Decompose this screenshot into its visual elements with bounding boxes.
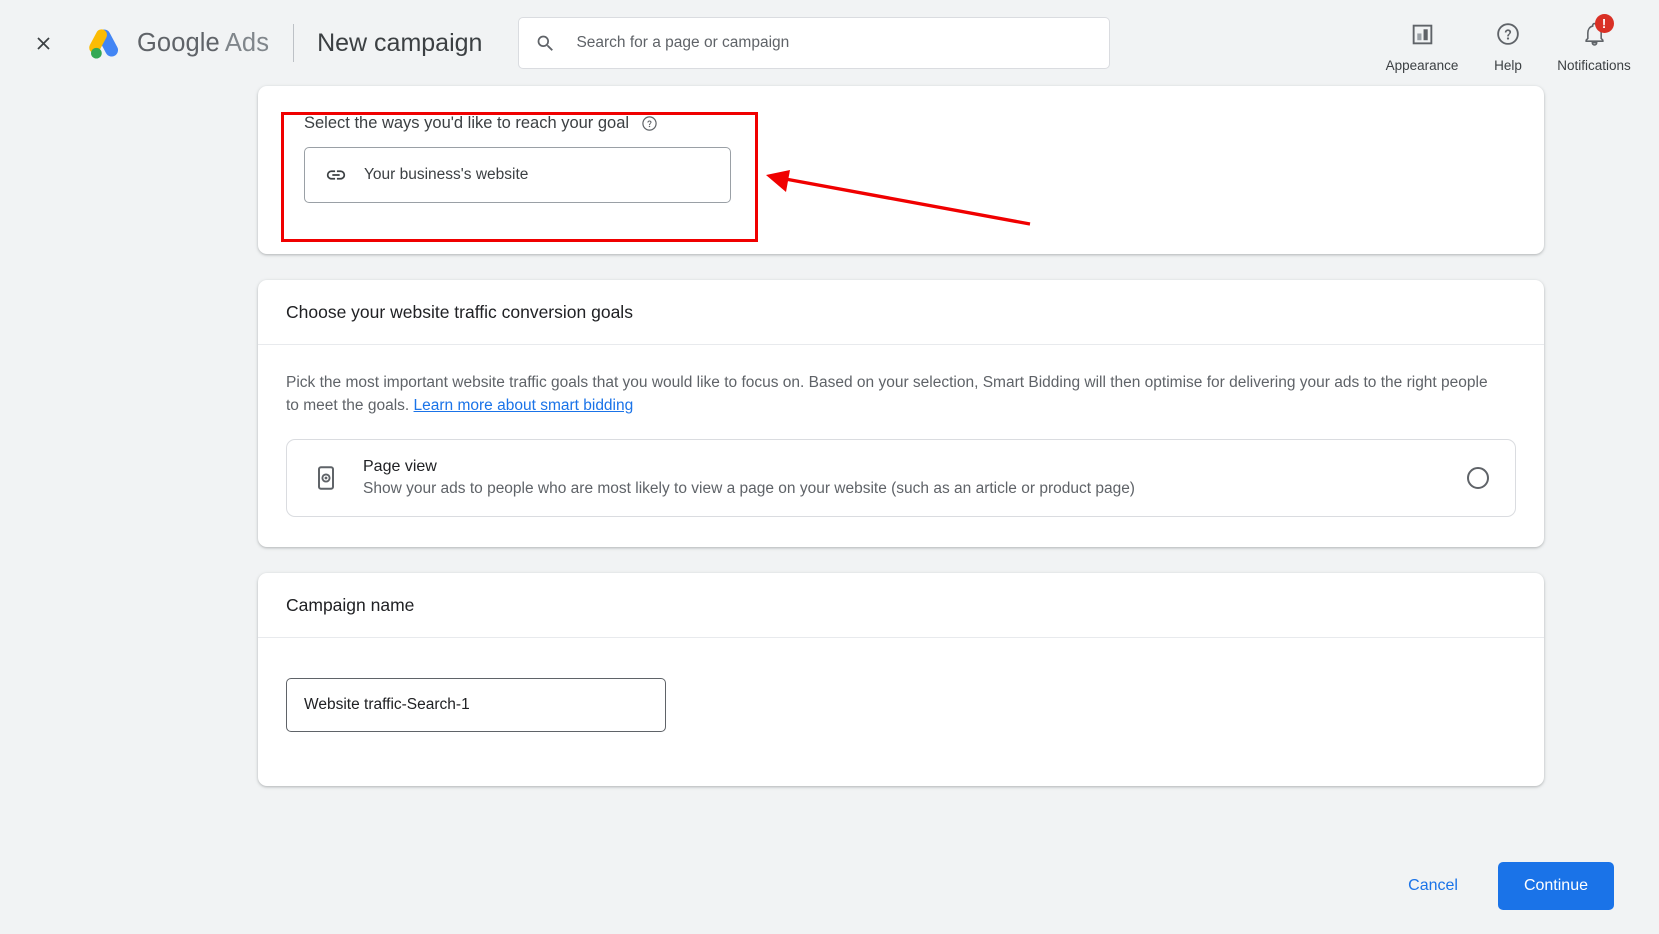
google-ads-mark-icon (89, 29, 119, 59)
conversion-goals-body: Pick the most important website traffic … (258, 345, 1544, 547)
footer-actions: Cancel Continue (0, 838, 1659, 934)
appearance-button[interactable]: Appearance (1379, 13, 1465, 73)
google-ads-wordmark: Google Ads (137, 29, 269, 58)
reach-goal-card: Select the ways you'd like to reach your… (258, 86, 1544, 254)
campaign-name-body (258, 638, 1544, 786)
reach-goal-label-row: Select the ways you'd like to reach your… (304, 114, 1516, 133)
page-view-title: Page view (363, 458, 437, 475)
main-content: Select the ways you'd like to reach your… (0, 86, 1659, 786)
logo-google-text: Google (137, 28, 220, 57)
reach-goal-help-icon[interactable] (641, 115, 658, 132)
help-button[interactable]: Help (1465, 13, 1551, 73)
page-title: New campaign (317, 28, 483, 57)
logo-ads-text: Ads (224, 28, 270, 57)
search-box[interactable] (518, 17, 1111, 69)
page-view-icon (309, 461, 343, 495)
reach-goal-label: Select the ways you'd like to reach your… (304, 114, 630, 132)
conversion-goals-title: Choose your website traffic conversion g… (258, 280, 1544, 345)
campaign-name-card: Campaign name (258, 573, 1544, 786)
conversion-goal-option-page-view[interactable]: Page view Show your ads to people who ar… (286, 439, 1516, 517)
header-actions: Appearance Help ! Notifications (1379, 13, 1641, 73)
help-icon (1495, 19, 1521, 49)
business-website-option[interactable]: Your business's website (304, 147, 731, 203)
business-website-label: Your business's website (364, 166, 529, 183)
page-view-description: Show your ads to people who are most lik… (363, 480, 1135, 497)
close-icon (36, 36, 50, 50)
link-icon (325, 164, 347, 186)
notifications-button[interactable]: ! Notifications (1551, 13, 1637, 73)
smart-bidding-link[interactable]: Learn more about smart bidding (414, 397, 634, 414)
close-button[interactable] (26, 26, 60, 60)
app-header: GoogleAds New campaign Appearance (0, 0, 1659, 86)
bell-icon: ! (1582, 14, 1614, 49)
cancel-button[interactable]: Cancel (1400, 867, 1466, 905)
page-view-radio[interactable] (1467, 467, 1489, 489)
conversion-goals-card: Choose your website traffic conversion g… (258, 280, 1544, 547)
campaign-name-title: Campaign name (258, 573, 1544, 638)
continue-button[interactable]: Continue (1497, 862, 1614, 910)
search-input[interactable] (574, 33, 1094, 53)
campaign-name-input[interactable] (286, 678, 666, 732)
header-divider (293, 24, 295, 62)
appearance-icon (1410, 19, 1435, 49)
conversion-goals-description: Pick the most important website traffic … (286, 371, 1504, 417)
help-label: Help (1494, 58, 1522, 73)
page-view-texts: Page view Show your ads to people who ar… (363, 458, 1447, 498)
notifications-label: Notifications (1557, 58, 1631, 73)
google-ads-logo[interactable]: Google Ads (86, 26, 269, 60)
search-icon (535, 33, 556, 54)
notification-badge: ! (1594, 14, 1614, 33)
reach-goal-inner: Select the ways you'd like to reach your… (258, 86, 1544, 203)
appearance-label: Appearance (1385, 58, 1459, 73)
